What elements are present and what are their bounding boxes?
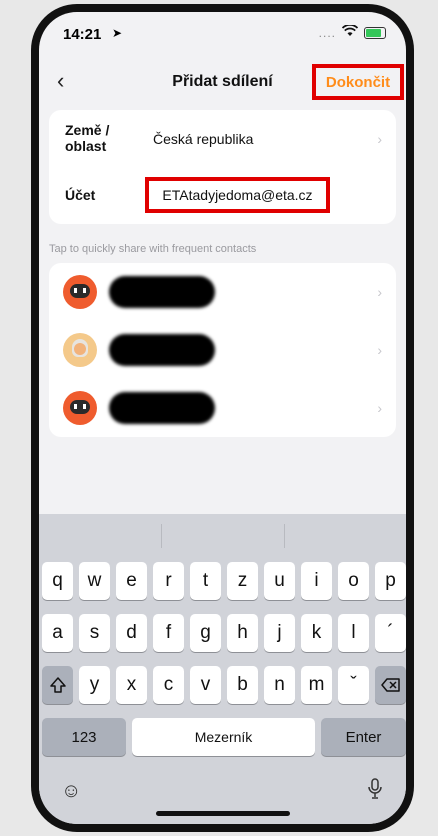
region-row[interactable]: Země / oblast Česká republika › [49, 110, 396, 167]
key[interactable]: p [375, 562, 406, 600]
key[interactable]: s [79, 614, 110, 652]
key[interactable]: l [338, 614, 369, 652]
keyboard: q w e r t z u i o p a s d f g h j k l ´ … [39, 514, 406, 824]
key[interactable]: j [264, 614, 295, 652]
key[interactable]: a [42, 614, 73, 652]
signal-dots: .... [318, 25, 336, 40]
quick-share-hint: Tap to quickly share with frequent conta… [49, 243, 257, 255]
key[interactable]: w [79, 562, 110, 600]
chevron-right-icon: › [377, 342, 382, 358]
contact-item[interactable]: › [49, 379, 396, 437]
key[interactable]: z [227, 562, 258, 600]
key[interactable]: c [153, 666, 184, 704]
enter-key[interactable]: Enter [321, 718, 406, 756]
share-form: Země / oblast Česká republika › Účet ETA… [49, 110, 396, 224]
chevron-right-icon: › [377, 284, 382, 300]
key[interactable]: d [116, 614, 147, 652]
emoji-icon[interactable]: ☺ [61, 780, 81, 803]
region-label: Země / oblast [65, 122, 110, 154]
key[interactable]: h [227, 614, 258, 652]
suggestion-divider [284, 524, 285, 548]
redacted-name [109, 392, 215, 424]
key[interactable]: n [264, 666, 295, 704]
key[interactable]: r [153, 562, 184, 600]
key[interactable]: e [116, 562, 147, 600]
done-label: Dokončit [325, 73, 391, 91]
nav-bar: ‹ Přidat sdílení Dokončit [39, 62, 406, 102]
key[interactable]: o [338, 562, 369, 600]
phone-frame: 14:21 ➤ .... ‹ Přidat sdílení Dokončit Z… [31, 4, 414, 832]
key[interactable]: m [301, 666, 332, 704]
redacted-name [109, 276, 215, 308]
numbers-key[interactable]: 123 [42, 718, 126, 756]
robot-avatar [63, 275, 97, 309]
status-bar: 14:21 ➤ .... [39, 12, 406, 56]
battery-charging-icon [364, 26, 386, 39]
account-row: Účet ETAtadyjedoma@eta.cz [49, 167, 396, 224]
screen: 14:21 ➤ .... ‹ Přidat sdílení Dokončit Z… [39, 12, 406, 824]
key[interactable]: v [190, 666, 221, 704]
key[interactable]: k [301, 614, 332, 652]
contacts-list: › › › [49, 263, 396, 437]
account-input[interactable]: ETAtadyjedoma@eta.cz [145, 177, 330, 213]
robot-avatar [63, 391, 97, 425]
location-arrow-icon: ➤ [112, 26, 123, 40]
chevron-right-icon: › [377, 400, 382, 416]
key[interactable]: i [301, 562, 332, 600]
key[interactable]: t [190, 562, 221, 600]
key[interactable]: y [79, 666, 110, 704]
key[interactable]: x [116, 666, 147, 704]
home-indicator [155, 811, 290, 816]
person-avatar [63, 333, 97, 367]
suggestion-bar [39, 514, 406, 558]
space-key[interactable]: Mezerník [132, 718, 315, 756]
redacted-name [109, 334, 215, 366]
key[interactable]: ´ [375, 614, 406, 652]
key[interactable]: b [227, 666, 258, 704]
contact-item[interactable]: › [49, 263, 396, 321]
suggestion-divider [161, 524, 162, 548]
region-value: Česká republika [153, 131, 254, 147]
chevron-right-icon: › [377, 131, 382, 147]
done-button[interactable]: Dokončit [312, 64, 404, 100]
status-icons: .... [318, 24, 386, 40]
microphone-icon[interactable] [367, 778, 383, 806]
account-label: Účet [65, 187, 96, 203]
key[interactable]: g [190, 614, 221, 652]
wifi-icon [341, 24, 359, 40]
key[interactable]: q [42, 562, 73, 600]
status-time: 14:21 [63, 26, 102, 43]
key[interactable]: ˇ [338, 666, 369, 704]
contact-item[interactable]: › [49, 321, 396, 379]
shift-icon[interactable] [42, 666, 73, 704]
key[interactable]: u [264, 562, 295, 600]
backspace-icon[interactable] [375, 666, 406, 704]
key[interactable]: f [153, 614, 184, 652]
